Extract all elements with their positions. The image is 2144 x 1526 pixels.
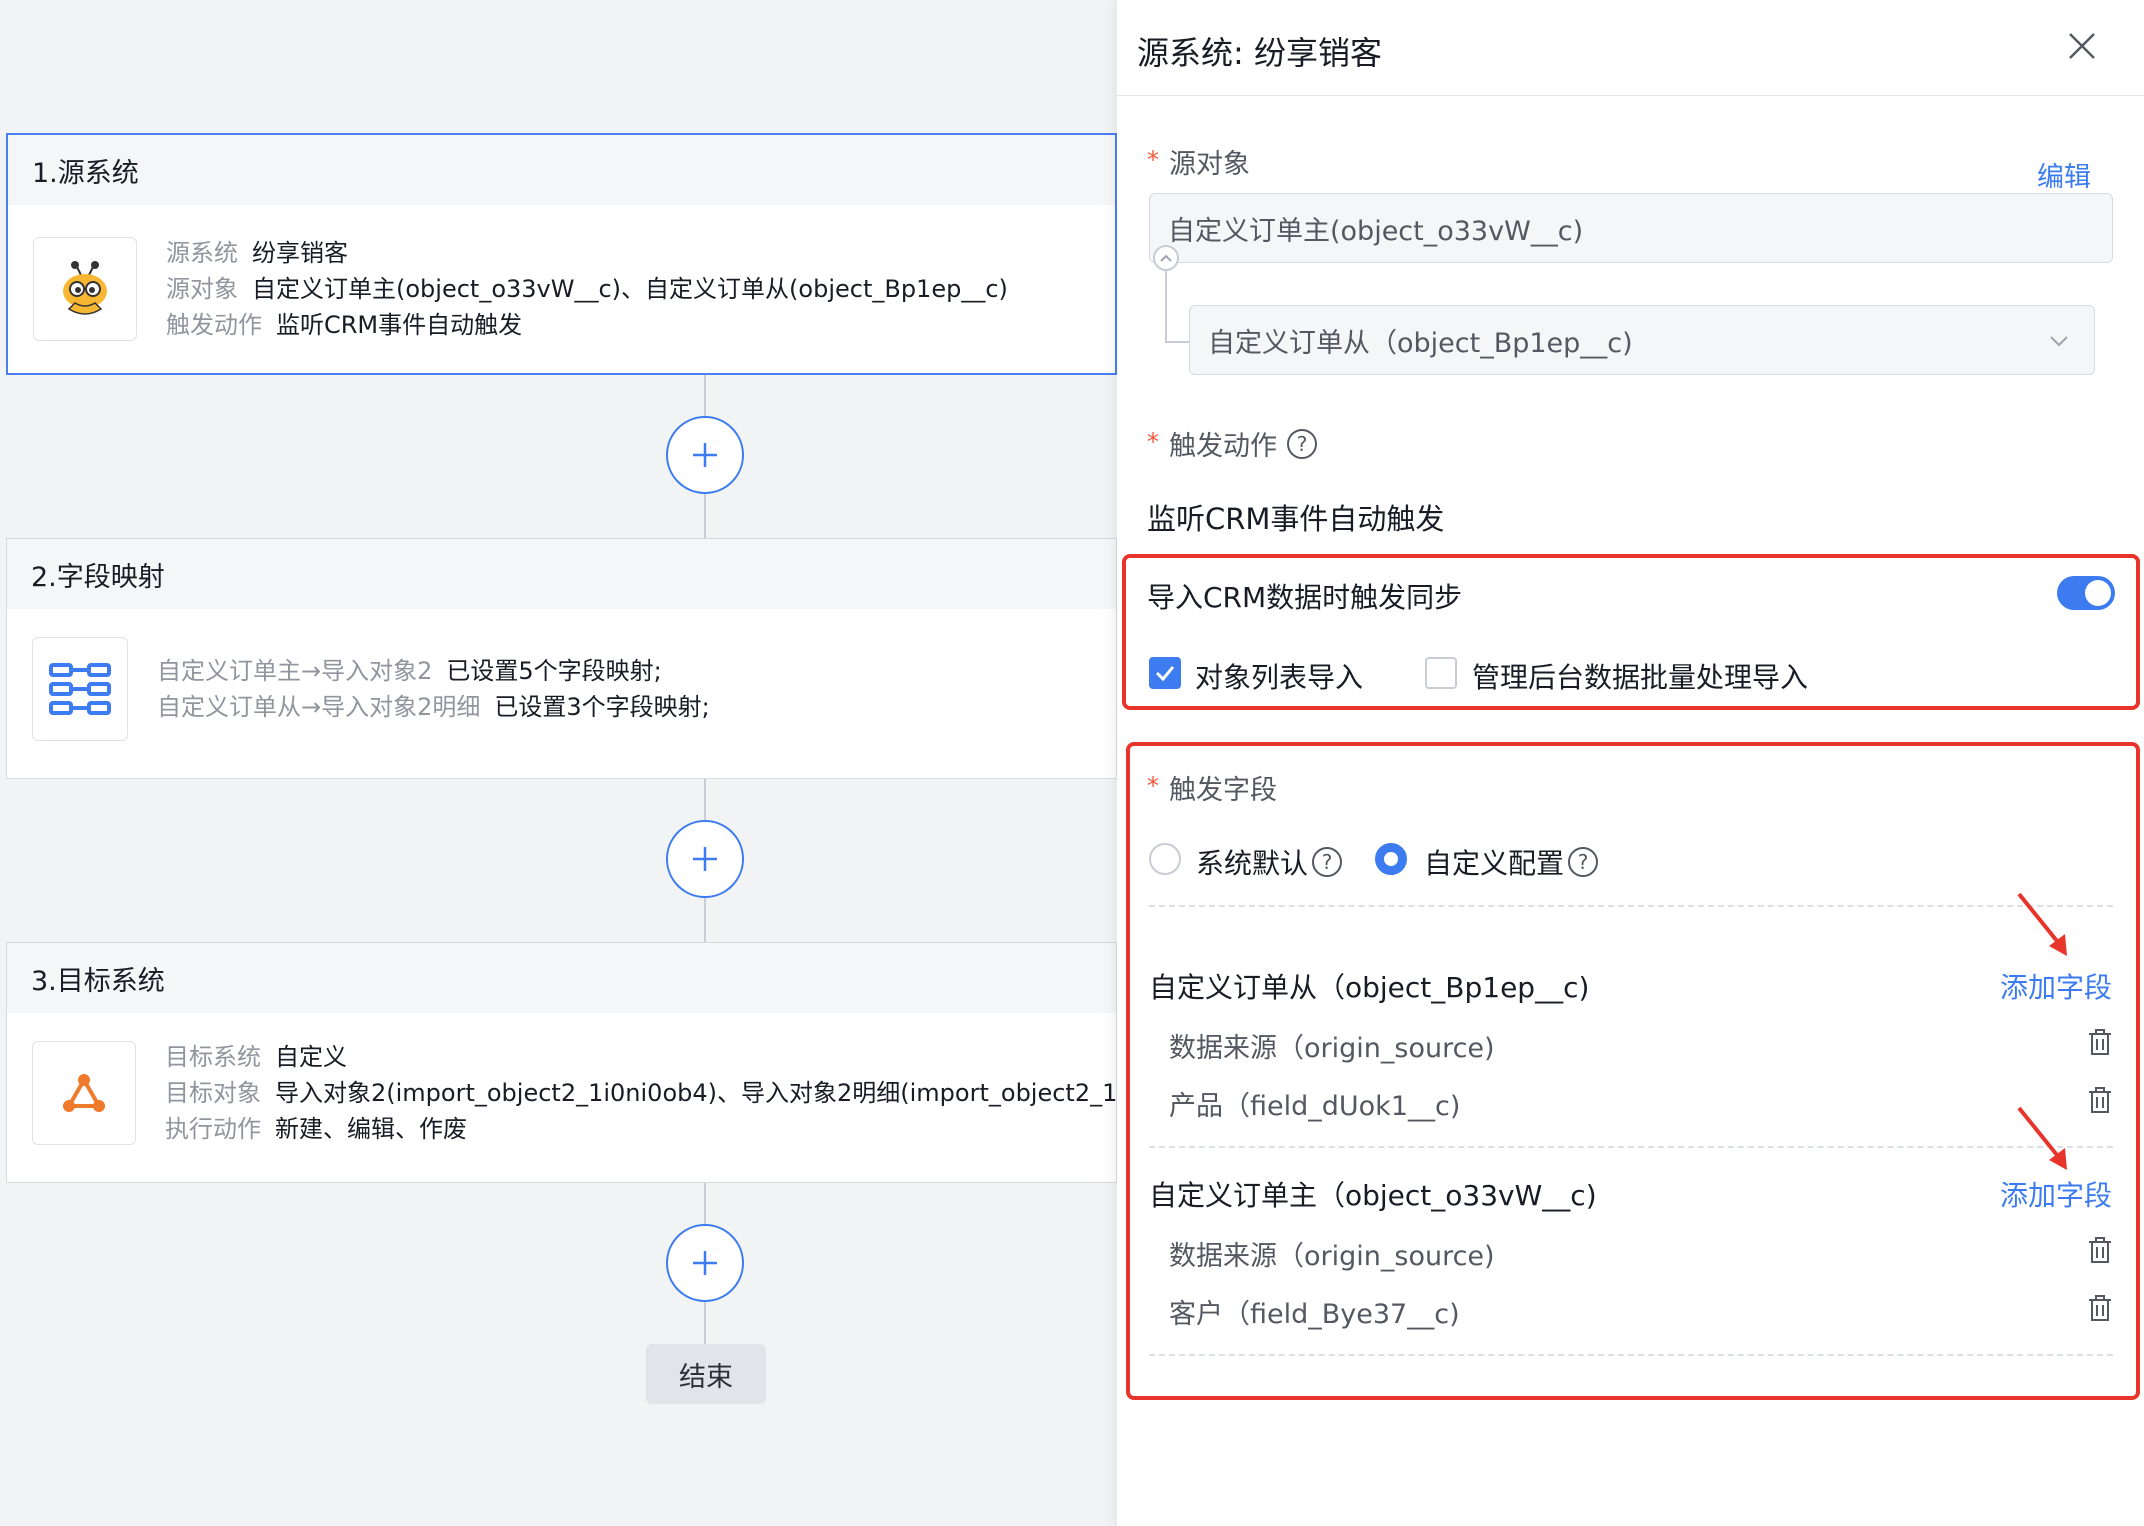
trigger-fields-label: * 触发字段 <box>1147 768 1277 807</box>
plus-icon <box>693 443 717 467</box>
help-icon[interactable]: ? <box>1287 428 1317 459</box>
trash-icon[interactable] <box>2087 1086 2113 1114</box>
panel-title: 源系统: 纷享销客 <box>1137 34 1382 72</box>
flow-canvas: 1.源系统 源系统 纷享销客 源对象 自定义订单主(object_o33vW__c)… <box>0 0 1117 1526</box>
source-system-panel: 源系统: 纷享销客 * 源对象 编辑 自定义订单主(object_o33vW__… <box>1117 0 2144 1526</box>
panel-header: 源系统: 纷享销客 <box>1117 0 2144 96</box>
row-value: 导入对象2(import_object2_1i0ni0ob4)、导入对象2明细(… <box>275 1079 1117 1107</box>
close-icon[interactable] <box>2064 28 2100 64</box>
row-label: 源对象 <box>166 275 238 303</box>
red-arrow-icon <box>2017 892 2067 956</box>
divider <box>1149 905 2113 907</box>
fxiaoke-logo-icon <box>33 237 137 341</box>
import-sync-label: 导入CRM数据时触发同步 <box>1147 581 1463 614</box>
connector-line <box>704 896 706 942</box>
import-sync-toggle[interactable] <box>2057 576 2115 610</box>
row-label: 目标对象 <box>165 1079 261 1107</box>
divider <box>1149 1146 2113 1148</box>
field-item: 数据来源（origin_source) <box>1169 1033 1495 1064</box>
connector-line <box>704 778 706 820</box>
field-item: 客户（field_Bye37__c) <box>1169 1299 1460 1330</box>
plus-icon <box>693 847 717 871</box>
select-value: 自定义订单主(object_o33vW__c) <box>1168 215 1584 247</box>
row-value: 已设置5个字段映射; <box>446 657 662 685</box>
source-object-label: * 源对象 <box>1147 142 1250 181</box>
row-label: 源系统 <box>166 239 238 267</box>
node-title: 2.字段映射 <box>7 539 1116 609</box>
node-title: 3.目标系统 <box>7 943 1116 1013</box>
add-field-link[interactable]: 添加字段 <box>2000 966 2112 1006</box>
target-system-node[interactable]: 3.目标系统 目标系统 自定义 目标对象 导入对象2(import_object2_… <box>6 942 1117 1183</box>
edit-source-object-link[interactable]: 编辑 <box>2037 155 2091 194</box>
row-value: 自定义 <box>275 1043 347 1071</box>
row-label: 自定义订单主→导入对象2 <box>157 657 433 685</box>
field-mapping-node[interactable]: 2.字段映射 自定义订单主→导入对象2 已设置5个字段映射; 自定义订单从→导入对… <box>6 538 1117 779</box>
connector-line <box>704 374 706 416</box>
node-details: 目标系统 自定义 目标对象 导入对象2(import_object2_1i0ni0o… <box>165 1039 1117 1147</box>
label-text: 触发字段 <box>1169 775 1277 806</box>
system-default-radio[interactable] <box>1149 843 1181 875</box>
field-item: 数据来源（origin_source) <box>1169 1241 1495 1272</box>
red-arrow-icon <box>2017 1106 2067 1170</box>
plus-icon <box>693 1251 717 1275</box>
radio-label-text: 系统默认 <box>1196 847 1309 880</box>
check-icon <box>1155 666 1175 682</box>
group-title: 自定义订单主（object_o33vW__c) <box>1149 1179 1597 1212</box>
trash-icon[interactable] <box>2087 1294 2113 1322</box>
required-mark: * <box>1147 771 1159 800</box>
trash-icon[interactable] <box>2087 1028 2113 1056</box>
object-list-import-checkbox[interactable] <box>1149 657 1181 689</box>
custom-config-radio[interactable] <box>1375 843 1407 875</box>
checkbox-label: 管理后台数据批量处理导入 <box>1472 661 1809 694</box>
node-details: 自定义订单主→导入对象2 已设置5个字段映射; 自定义订单从→导入对象2明细 已设置… <box>157 653 710 725</box>
row-label: 执行动作 <box>165 1115 261 1143</box>
trigger-action-label: * 触发动作 ? <box>1147 424 1317 463</box>
end-node[interactable]: 结束 <box>646 1344 766 1404</box>
select-value: 自定义订单从（object_Bp1ep__c) <box>1208 327 1633 359</box>
required-mark: * <box>1147 427 1159 456</box>
radio-label-text: 自定义配置 <box>1424 847 1565 880</box>
source-system-node[interactable]: 1.源系统 源系统 纷享销客 源对象 自定义订单主(object_o33vW__c)… <box>6 133 1117 375</box>
checkbox-label: 对象列表导入 <box>1195 661 1364 694</box>
admin-batch-import-checkbox[interactable] <box>1425 657 1457 689</box>
row-value: 自定义订单主(object_o33vW__c)、自定义订单从(object_Bp… <box>252 275 1008 303</box>
node-details: 源系统 纷享销客 源对象 自定义订单主(object_o33vW__c)、自定义订单… <box>166 235 1008 343</box>
row-value: 纷享销客 <box>252 239 348 267</box>
mapping-icon <box>32 637 128 741</box>
connector-line <box>704 1182 706 1224</box>
row-value: 监听CRM事件自动触发 <box>276 311 523 339</box>
collapse-icon[interactable] <box>1153 245 1179 271</box>
row-value: 新建、编辑、作废 <box>275 1115 467 1143</box>
add-step-button[interactable] <box>666 820 744 898</box>
label-text: 触发动作 <box>1169 431 1277 462</box>
field-item: 产品（field_dUok1__c) <box>1169 1091 1461 1122</box>
add-step-button[interactable] <box>666 416 744 494</box>
source-object-detail-select[interactable]: 自定义订单从（object_Bp1ep__c) <box>1189 305 2095 375</box>
row-label: 目标系统 <box>165 1043 261 1071</box>
source-object-main-select[interactable]: 自定义订单主(object_o33vW__c) <box>1149 193 2113 263</box>
required-mark: * <box>1147 145 1159 174</box>
row-label: 触发动作 <box>166 311 262 339</box>
label-text: 源对象 <box>1169 149 1250 180</box>
custom-system-icon <box>32 1041 136 1145</box>
connector-line <box>704 1300 706 1344</box>
help-icon[interactable]: ? <box>1312 847 1343 877</box>
node-title: 1.源系统 <box>8 135 1115 205</box>
row-value: 已设置3个字段映射; <box>494 693 710 721</box>
divider <box>1149 1354 2113 1356</box>
group-title: 自定义订单从（object_Bp1ep__c) <box>1149 971 1590 1004</box>
trigger-action-value: 监听CRM事件自动触发 <box>1147 502 1445 536</box>
trash-icon[interactable] <box>2087 1236 2113 1264</box>
row-label: 自定义订单从→导入对象2明细 <box>157 693 481 721</box>
chevron-down-icon <box>2050 336 2068 347</box>
radio-label: 系统默认 ? <box>1196 842 1343 882</box>
help-icon[interactable]: ? <box>1568 847 1599 877</box>
add-step-button[interactable] <box>666 1224 744 1302</box>
connector-line <box>704 492 706 540</box>
radio-label: 自定义配置 ? <box>1424 842 1599 882</box>
add-field-link[interactable]: 添加字段 <box>2000 1174 2112 1214</box>
